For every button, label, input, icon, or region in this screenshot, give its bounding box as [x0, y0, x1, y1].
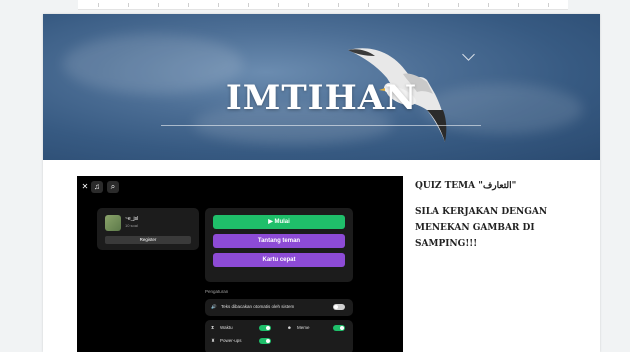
login-button[interactable]: Register: [105, 236, 191, 244]
close-icon[interactable]: ✕: [79, 181, 91, 193]
quiz-embed[interactable]: ✕ ♫ ⌕ ~e_jsl 10 soal Register ▶ Mulai Ta…: [77, 176, 403, 352]
profile-subtitle: 10 soal: [125, 223, 138, 228]
settings-label: Pengaturan: [205, 289, 229, 294]
speaker-icon: 🔊: [211, 304, 217, 309]
music-icon[interactable]: ♫: [91, 181, 103, 193]
actions-card: ▶ Mulai Tantang teman Kartu cepat: [205, 208, 353, 282]
flashcards-button[interactable]: Kartu cepat: [213, 253, 345, 267]
header-banner: IMTIHAN: [43, 14, 600, 160]
timer-label: Waktu: [220, 325, 233, 330]
quiz-heading: QUIZ TEMA "التعارف": [415, 181, 517, 191]
page-title: IMTIHAN: [225, 78, 418, 118]
quiz-instruction: SILA KERJAKAN DENGAN MENEKAN GAMBAR DI S…: [415, 207, 548, 249]
profile-card: ~e_jsl 10 soal Register: [97, 208, 199, 250]
ruler: [78, 0, 568, 10]
timer-toggle[interactable]: [259, 325, 271, 331]
challenge-button[interactable]: Tantang teman: [213, 234, 345, 248]
powerups-toggle[interactable]: [259, 338, 271, 344]
title-divider: [161, 125, 481, 126]
profile-name: ~e_jsl: [125, 216, 139, 222]
page: IMTIHAN ✕ ♫ ⌕ ~e_jsl 10 soal Register ▶ …: [0, 0, 630, 352]
read-aloud-label: Teks dibacakan otomatis oleh sistem: [221, 304, 295, 309]
meme-toggle[interactable]: [333, 325, 345, 331]
read-aloud-row: 🔊 Teks dibacakan otomatis oleh sistem: [205, 299, 353, 316]
timer-icon: ⧗: [211, 325, 215, 330]
avatar: [105, 215, 121, 231]
document-page: IMTIHAN ✕ ♫ ⌕ ~e_jsl 10 soal Register ▶ …: [43, 14, 600, 352]
start-button[interactable]: ▶ Mulai: [213, 215, 345, 229]
options-card: ⧗ Waktu ☻ Meme ♜ Power-ups: [205, 320, 353, 352]
zoom-icon[interactable]: ⌕: [107, 181, 119, 193]
meme-icon: ☻: [287, 325, 292, 330]
read-aloud-toggle[interactable]: [333, 304, 345, 310]
meme-label: Meme: [297, 325, 310, 330]
powerups-icon: ♜: [211, 338, 216, 343]
powerups-label: Power-ups: [220, 338, 242, 343]
